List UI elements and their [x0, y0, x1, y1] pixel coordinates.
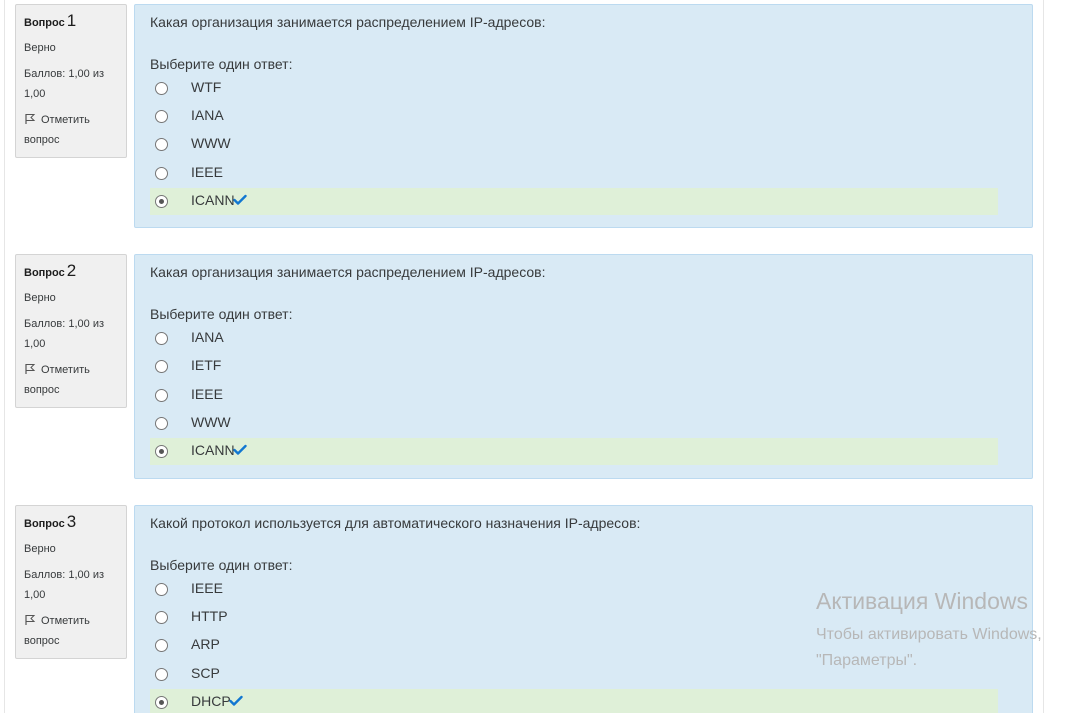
answer-label-wrap: DHCP: [191, 693, 243, 709]
radio-button[interactable]: [155, 82, 168, 95]
answer-label-wrap: ICANN: [191, 192, 247, 208]
answer-label: WWW: [191, 135, 231, 151]
question-label: Вопрос: [24, 17, 65, 29]
windows-activation-line-2: "Параметры".: [816, 652, 918, 669]
answer-option[interactable]: IETF: [150, 353, 998, 380]
question-number: Вопрос 1: [24, 11, 118, 33]
question-text: Какой протокол используется для автомати…: [150, 515, 641, 531]
question-info-3: Вопрос 3 Верно Баллов: 1,00 из 1,00 Отмети…: [15, 505, 127, 659]
radio-button[interactable]: [155, 639, 168, 652]
question-1: Вопрос 1 Верно Баллов: 1,00 из 1,00 Отмети…: [0, 4, 1043, 228]
grade-max: 1,00: [24, 88, 46, 100]
question-label: Вопрос: [24, 267, 65, 279]
windows-activation-line-1: Чтобы активировать Windows,: [816, 626, 1042, 643]
radio-button[interactable]: [155, 583, 168, 596]
grade-text: Баллов: 1,00 из: [24, 569, 105, 581]
answer-label: IEEE: [191, 580, 223, 596]
answer-option-correct[interactable]: ICANN: [150, 438, 998, 465]
question-number-value: 1: [66, 11, 77, 30]
question-number-value: 2: [66, 261, 77, 280]
answer-label: ICANN: [191, 192, 235, 208]
radio-button[interactable]: [155, 138, 168, 151]
flag-label-2: вопрос: [24, 134, 60, 146]
radio-button[interactable]: [155, 110, 168, 123]
flag-question-button[interactable]: Отметить вопрос: [24, 611, 118, 651]
windows-activation-title: Активация Windows: [816, 588, 1028, 614]
answer-label: IANA: [191, 329, 224, 345]
answer-option[interactable]: IEEE: [150, 160, 998, 187]
answer-option[interactable]: WWW: [150, 410, 998, 437]
answer-label: IEEE: [191, 386, 223, 402]
radio-button[interactable]: [155, 167, 168, 180]
answer-option-correct[interactable]: ICANN: [150, 188, 998, 215]
grade-text: Баллов: 1,00 из: [24, 68, 105, 80]
flag-question-button[interactable]: Отметить вопрос: [24, 110, 118, 150]
answer-prompt: Выберите один ответ:: [150, 56, 293, 72]
answer-label: SCP: [191, 665, 220, 681]
flag-label-2: вопрос: [24, 384, 60, 396]
radio-button[interactable]: [155, 611, 168, 624]
question-info-1: Вопрос 1 Верно Баллов: 1,00 из 1,00 Отмети…: [15, 4, 127, 158]
answer-option[interactable]: WTF: [150, 75, 998, 102]
question-text: Какая организация занимается распределен…: [150, 264, 546, 280]
check-icon: [232, 444, 247, 455]
question-content-2: Какая организация занимается распределен…: [134, 254, 1033, 479]
radio-button[interactable]: [155, 389, 168, 402]
grade-text: Баллов: 1,00 из: [24, 318, 105, 330]
answer-label: IANA: [191, 107, 224, 123]
answer-label: ICANN: [191, 442, 235, 458]
radio-button-checked[interactable]: [155, 445, 168, 458]
flag-icon: [25, 615, 36, 625]
check-icon: [228, 695, 243, 706]
question-info-2: Вопрос 2 Верно Баллов: 1,00 из 1,00 Отмети…: [15, 254, 127, 408]
radio-button[interactable]: [155, 332, 168, 345]
answer-prompt: Выберите один ответ:: [150, 557, 293, 573]
radio-button[interactable]: [155, 417, 168, 430]
answer-option[interactable]: WWW: [150, 131, 998, 158]
question-number: Вопрос 3: [24, 512, 118, 534]
question-state: Верно: [24, 292, 56, 304]
answer-option[interactable]: IANA: [150, 103, 998, 130]
grade-max: 1,00: [24, 589, 46, 601]
flag-question-button[interactable]: Отметить вопрос: [24, 360, 118, 400]
question-label: Вопрос: [24, 518, 65, 530]
radio-button[interactable]: [155, 360, 168, 373]
answer-option[interactable]: IEEE: [150, 382, 998, 409]
answer-option-correct[interactable]: DHCP: [150, 689, 998, 713]
radio-button-checked[interactable]: [155, 696, 168, 709]
flag-icon: [25, 364, 36, 374]
windows-activation-text: Чтобы активировать Windows, "Параметры".: [816, 622, 1042, 674]
answer-prompt: Выберите один ответ:: [150, 306, 293, 322]
flag-label: Отметить: [41, 615, 90, 627]
question-grade: Баллов: 1,00 из 1,00: [24, 314, 118, 354]
radio-button-checked[interactable]: [155, 195, 168, 208]
answer-label: WWW: [191, 414, 231, 430]
answer-label: IETF: [191, 357, 222, 373]
question-number: Вопрос 2: [24, 261, 118, 283]
radio-button[interactable]: [155, 668, 168, 681]
right-divider: [1043, 0, 1044, 713]
answer-label-wrap: ICANN: [191, 442, 247, 458]
answer-label: DHCP: [191, 693, 231, 709]
question-state: Верно: [24, 42, 56, 54]
question-grade: Баллов: 1,00 из 1,00: [24, 64, 118, 104]
flag-label-2: вопрос: [24, 635, 60, 647]
quiz-review-page: Вопрос 1 Верно Баллов: 1,00 из 1,00 Отмети…: [0, 0, 1071, 713]
grade-max: 1,00: [24, 338, 46, 350]
check-icon: [232, 194, 247, 205]
flag-label: Отметить: [41, 114, 90, 126]
question-content-1: Какая организация занимается распределен…: [134, 4, 1033, 228]
question-text: Какая организация занимается распределен…: [150, 14, 546, 30]
answer-label: WTF: [191, 79, 222, 95]
question-2: Вопрос 2 Верно Баллов: 1,00 из 1,00 Отмети…: [0, 254, 1043, 479]
question-state: Верно: [24, 543, 56, 555]
question-grade: Баллов: 1,00 из 1,00: [24, 565, 118, 605]
answer-label: ARP: [191, 636, 220, 652]
answer-label: HTTP: [191, 608, 228, 624]
answer-option[interactable]: IANA: [150, 325, 998, 352]
flag-icon: [25, 114, 36, 124]
answer-label: IEEE: [191, 164, 223, 180]
question-number-value: 3: [66, 512, 77, 531]
flag-label: Отметить: [41, 364, 90, 376]
